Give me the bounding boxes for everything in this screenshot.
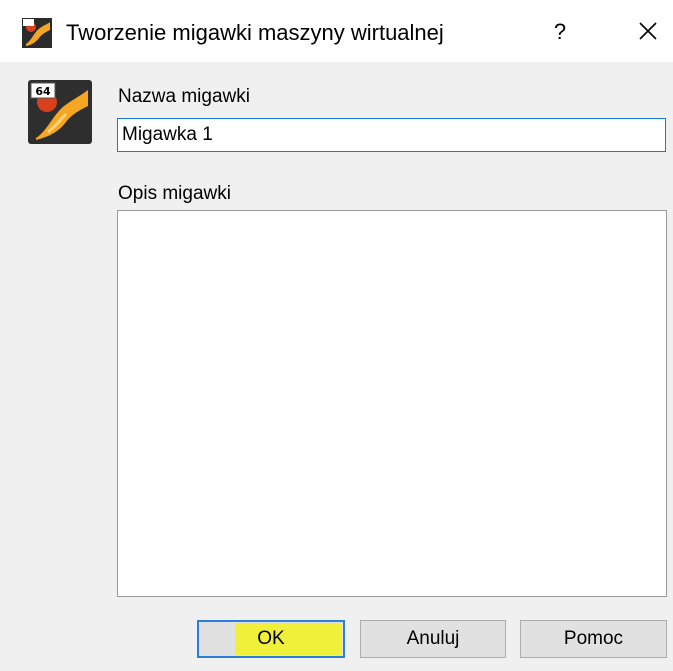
- snapshot-name-label: Nazwa migawki: [118, 86, 250, 107]
- close-icon[interactable]: [628, 14, 668, 50]
- virtualbox-icon: [22, 18, 52, 48]
- ok-button[interactable]: OK: [197, 620, 345, 658]
- title-bar[interactable]: Tworzenie migawki maszyny wirtualnej ?: [0, 0, 673, 62]
- snapshot-dialog: Tworzenie migawki maszyny wirtualnej ? 6…: [0, 0, 673, 671]
- help-button[interactable]: ?: [540, 14, 580, 50]
- cancel-button[interactable]: Anuluj: [360, 620, 506, 658]
- ok-button-label: OK: [257, 628, 285, 649]
- window-title: Tworzenie migawki maszyny wirtualnej: [66, 20, 444, 45]
- snapshot-name-input[interactable]: [117, 118, 666, 152]
- virtualbox-64bit-icon: 64: [28, 80, 92, 144]
- help-dialog-button[interactable]: Pomoc: [520, 620, 667, 658]
- yellow-highlight: [235, 623, 341, 655]
- snapshot-description-label: Opis migawki: [118, 183, 231, 204]
- app-icon-badge: 64: [35, 85, 51, 98]
- snapshot-description-textarea[interactable]: [117, 210, 667, 597]
